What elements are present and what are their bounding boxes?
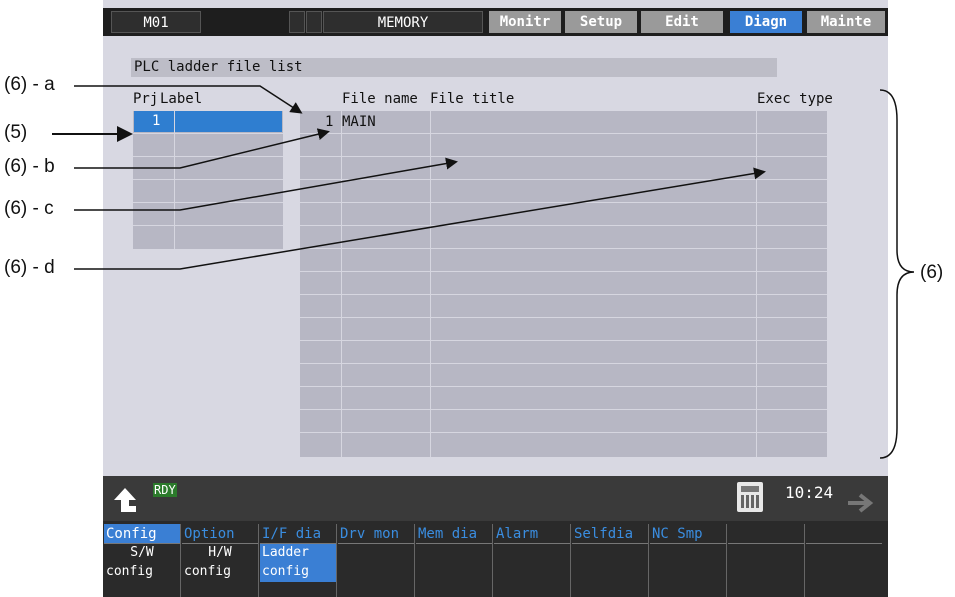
leader-6a [74,85,303,114]
annotation-leader-lines [52,85,915,459]
annotation-6c: (6) - c [4,198,54,219]
annotation-6d: (6) - d [4,257,55,278]
annotation-5: (5) [4,122,28,143]
leader-6c [74,157,458,211]
leader-6d [74,167,766,270]
annotation-6: (6) [920,262,944,283]
brace-6 [879,89,915,459]
leader-6b [74,128,330,169]
annotation-6a: (6) - a [4,74,55,95]
annotation-6b: (6) - b [4,156,55,177]
